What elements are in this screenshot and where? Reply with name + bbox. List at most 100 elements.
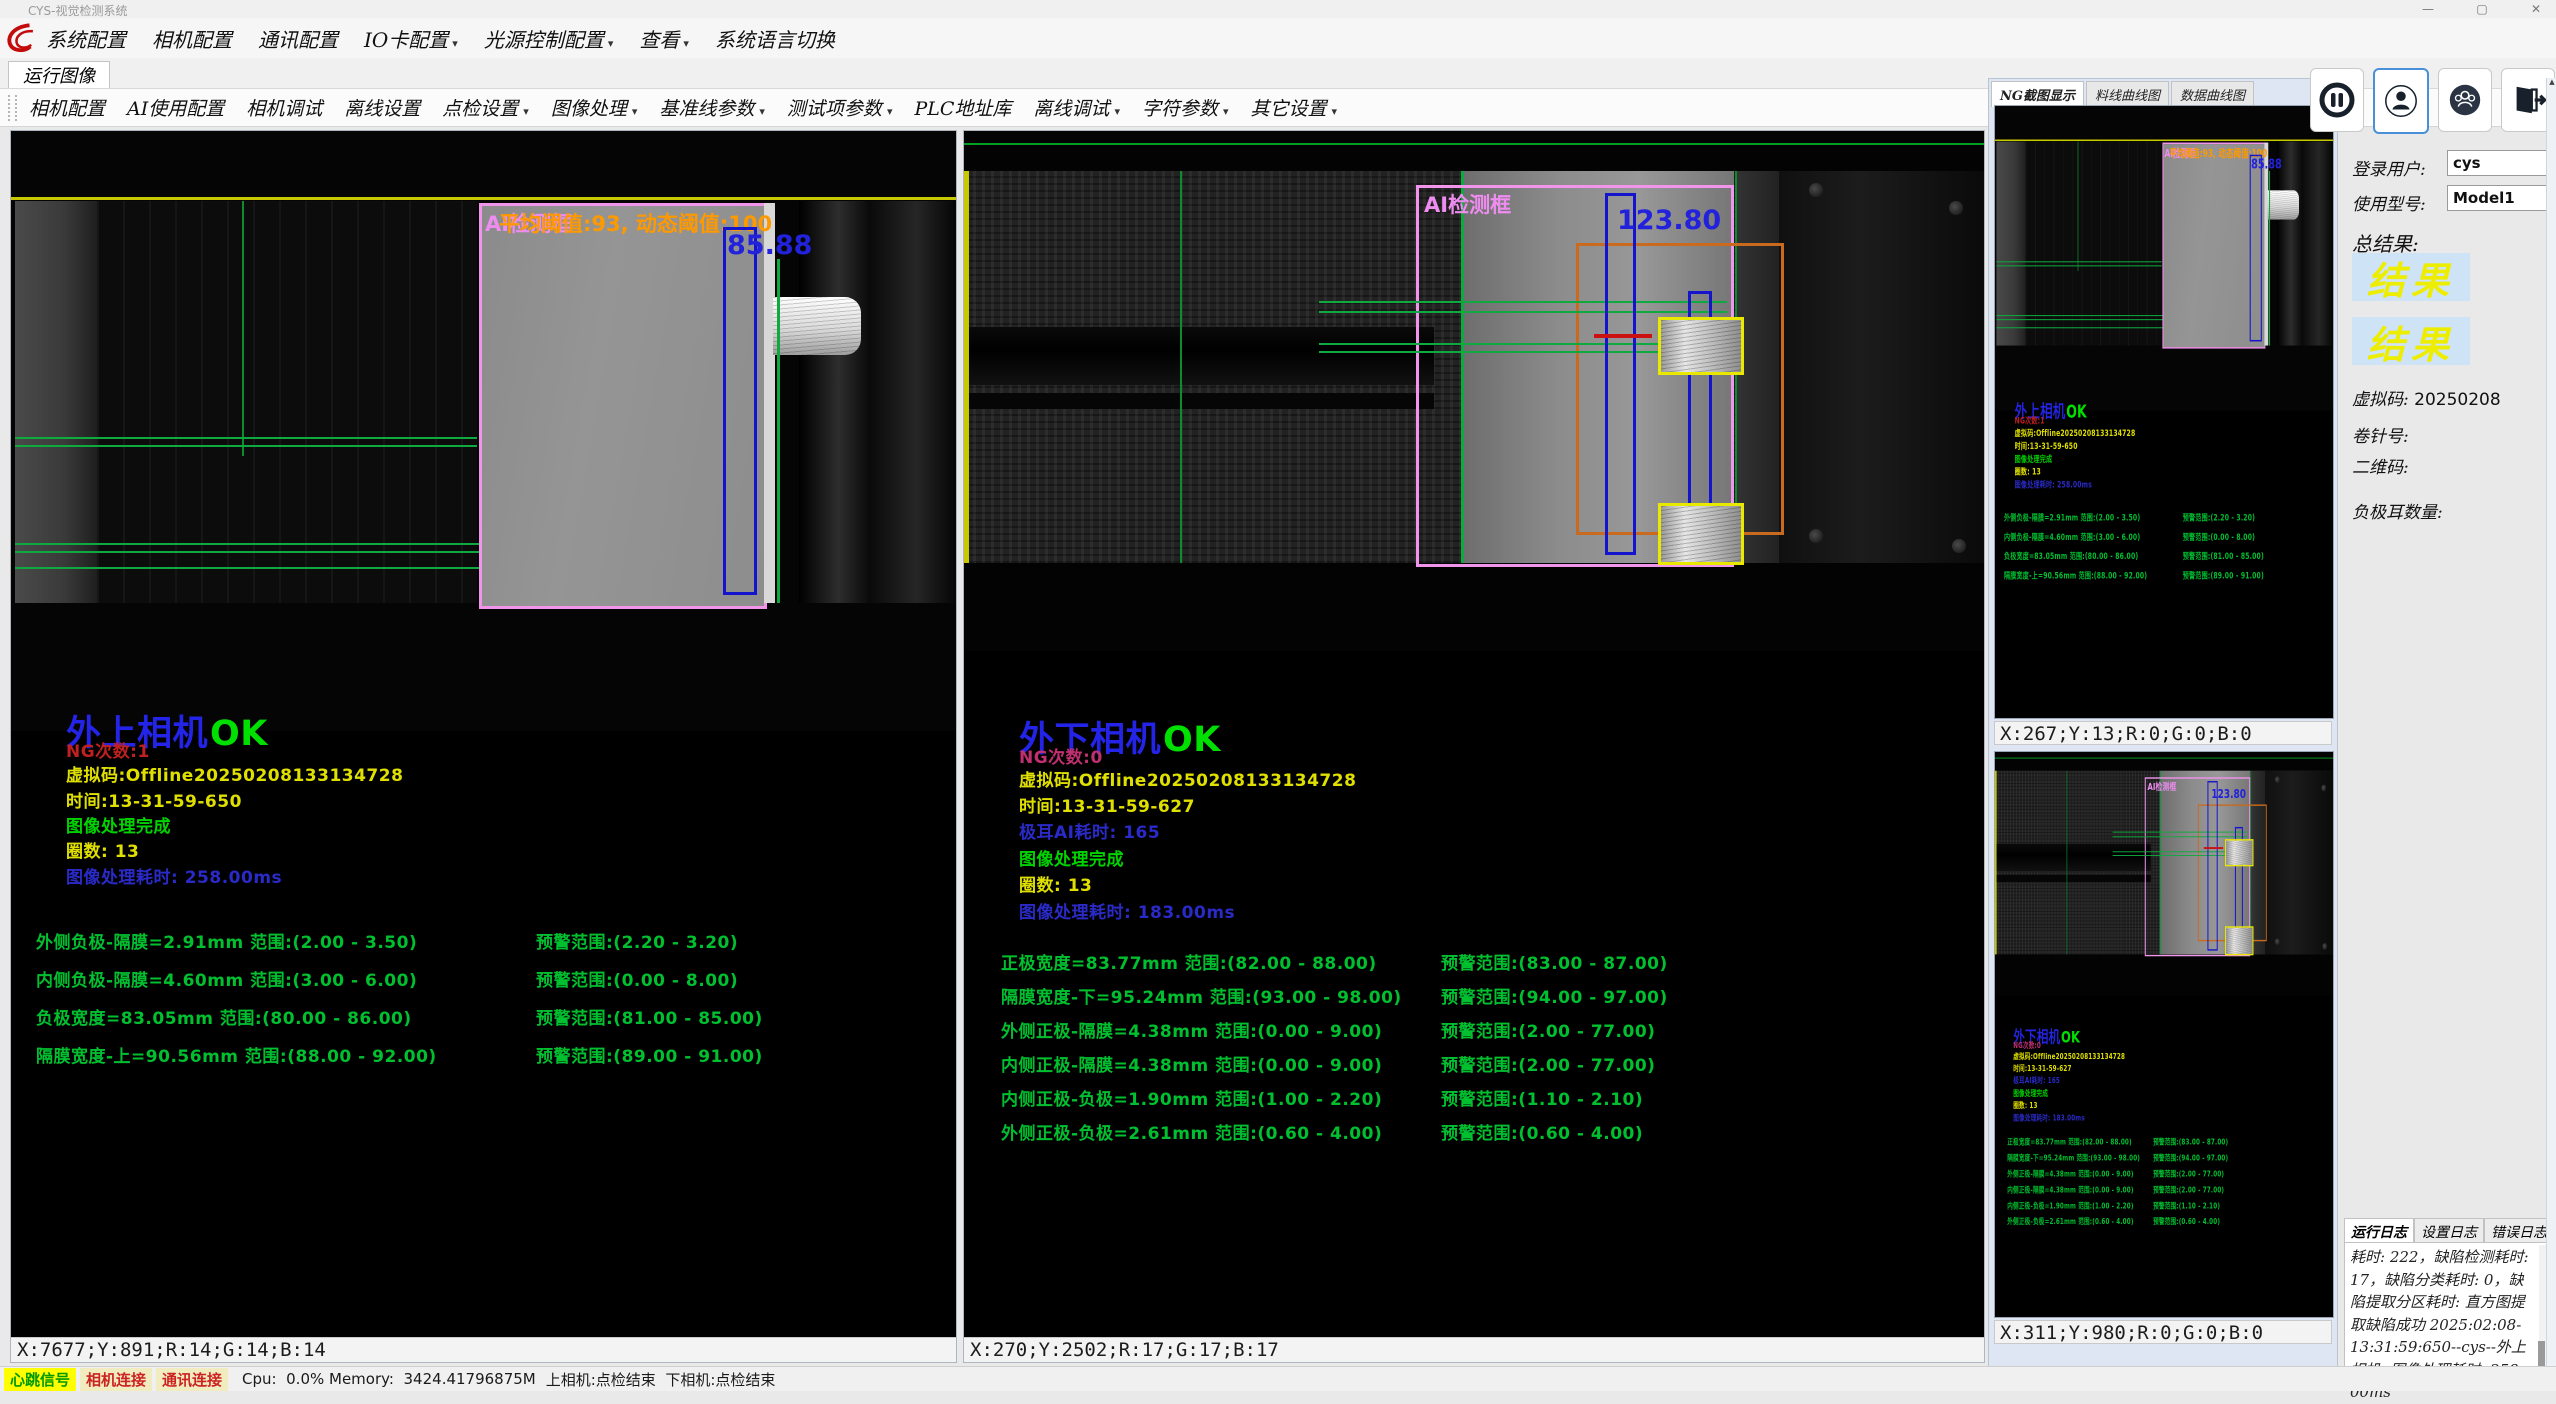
- menu-light-control-config[interactable]: 光源控制配置▾: [484, 24, 614, 53]
- tab-ng-screenshot[interactable]: NG截图显示: [1991, 81, 2084, 107]
- menu-comm-config[interactable]: 通讯配置: [258, 24, 338, 53]
- tab-material-curve[interactable]: 料线曲线图: [2086, 81, 2169, 107]
- tab-error-log[interactable]: 错误日志: [2484, 1218, 2554, 1245]
- lower-camera-image[interactable]: AI检测框 123.80: [964, 131, 1984, 651]
- measurement-row: 隔膜宽度-下=95.24mm 范围:(93.00 - 98.00)预警范围:(9…: [2007, 1151, 2140, 1163]
- side-info-panel: 登录用户: cys 使用型号: Model1 总结果: 结果 结果 虚拟码: 2…: [2352, 40, 2548, 1160]
- warning-range-text: 预警范围:(94.00 - 97.00): [2153, 1151, 2228, 1163]
- tab-detect-yellow-box: [1658, 503, 1744, 565]
- tab-detect-yellow-box: [2225, 926, 2254, 955]
- log-output-box[interactable]: 耗时: 222，缺陷检测耗时: 17，缺陷分类耗时: 0，缺陷提取分区耗时: 直…: [2344, 1242, 2548, 1384]
- window-scrollbar[interactable]: ▲: [2546, 78, 2556, 1366]
- tool-label: 测试项参数: [787, 98, 882, 120]
- log-scrollbar-thumb[interactable]: [2538, 1341, 2545, 1367]
- warning-range-text: 预警范围:(2.20 - 3.20): [2183, 510, 2255, 523]
- warning-range-text: 预警范围:(2.00 - 77.00): [2153, 1183, 2224, 1195]
- measure-line: [15, 551, 489, 553]
- chevron-down-icon: ▾: [523, 105, 529, 118]
- timestamp: 时间:13-31-59-650: [66, 787, 242, 812]
- window-controls: — ▢ ✕: [2418, 0, 2546, 18]
- tool-camera-config[interactable]: 相机配置: [29, 94, 105, 121]
- screw-detail: [2322, 943, 2327, 950]
- dark-groove: [1997, 844, 2151, 871]
- menu-camera-config[interactable]: 相机配置: [152, 24, 232, 53]
- result-box-upper: 结果: [2352, 253, 2470, 301]
- restore-icon[interactable]: ▢: [2472, 2, 2492, 16]
- tool-offline-settings[interactable]: 离线设置: [344, 94, 420, 121]
- tab-detect-yellow-box: [1658, 317, 1744, 375]
- toolbar-grip-handle[interactable]: [8, 95, 17, 121]
- measurement-text: 外侧正极-负极=2.61mm 范围:(0.60 - 4.00): [2007, 1217, 2133, 1226]
- menu-language-switch[interactable]: 系统语言切换: [715, 24, 835, 53]
- tab-run-image[interactable]: 运行图像: [8, 61, 110, 88]
- spot-check-status: 上相机:点检结束 下相机:点检结束: [546, 1369, 776, 1390]
- tool-camera-debug[interactable]: 相机调试: [246, 94, 322, 121]
- measurement-row: 隔膜宽度-下=95.24mm 范围:(93.00 - 98.00)预警范围:(9…: [1001, 983, 1402, 1008]
- baseline-green-line: [964, 143, 1984, 145]
- log-scrollbar[interactable]: [2539, 1245, 2546, 1379]
- upper-camera-thumbnail[interactable]: AI检测框 平均阈值:93, 动态阈值:100 85.88 外上相机OK NG次…: [1994, 105, 2334, 719]
- result-ok: OK: [1163, 720, 1221, 760]
- measure-roi-blue-rect: [2207, 781, 2217, 951]
- tab-run-log[interactable]: 运行日志: [2344, 1218, 2414, 1245]
- measure-line: [1996, 265, 2161, 266]
- warning-range-text: 预警范围:(81.00 - 85.00): [536, 1004, 763, 1029]
- warning-range-text: 预警范围:(2.00 - 77.00): [1441, 1017, 1655, 1042]
- processing-time: 图像处理耗时: 183.00ms: [1019, 898, 1235, 923]
- tab-data-curve[interactable]: 数据曲线图: [2171, 81, 2254, 107]
- lower-camera-thumbnail[interactable]: AI检测框 123.80 外下相机OK NG次数:0 虚拟码:Offline20…: [1994, 751, 2334, 1318]
- login-user-field[interactable]: cys: [2447, 150, 2552, 176]
- upper-camera-image[interactable]: AI检测框 平均阈值:93, 动态阈值:100 85.88: [11, 131, 956, 731]
- image-right-bands: [799, 201, 956, 603]
- menu-system-config[interactable]: 系统配置: [46, 24, 126, 53]
- menu-view[interactable]: 查看▾: [639, 24, 689, 53]
- scroll-up-icon[interactable]: ▲: [2549, 78, 2554, 86]
- measurement-text: 负极宽度=83.05mm 范围:(80.00 - 86.00): [2004, 552, 2138, 562]
- tool-offline-debug[interactable]: 离线调试▾: [1033, 94, 1120, 121]
- tool-test-item-params[interactable]: 测试项参数▾: [787, 94, 893, 121]
- edge-green-line: [2269, 171, 2270, 346]
- ai-roi-label: AI检测框: [2147, 779, 2176, 793]
- lower-camera-view: AI检测框 123.80 外下相机OK NG次数:0 虚拟码:Offline20…: [1995, 752, 2333, 1317]
- tool-baseline-params[interactable]: 基准线参数▾: [659, 94, 765, 121]
- tool-other-settings[interactable]: 其它设置▾: [1251, 94, 1338, 121]
- heartbeat-status-badge: 心跳信号: [4, 1368, 76, 1391]
- processing-done: 图像处理完成: [2013, 1087, 2048, 1099]
- measurement-row: 内侧正极-隔膜=4.38mm 范围:(0.00 - 9.00)预警范围:(2.0…: [2007, 1183, 2133, 1195]
- minimize-icon[interactable]: —: [2418, 2, 2438, 16]
- model-field[interactable]: Model1: [2447, 185, 2552, 211]
- cursor-coordinate-readout: X:7677;Y:891;R:14;G:14;B:14: [11, 1337, 956, 1362]
- label-text: 虚拟码:: [2352, 390, 2409, 410]
- measurement-row: 内侧负极-隔膜=4.60mm 范围:(3.00 - 6.00)预警范围:(0.0…: [36, 966, 417, 991]
- virtual-code-value: 20250208: [2414, 390, 2501, 410]
- turn-count: 圈数: 13: [1019, 871, 1092, 896]
- lower-camera-view: AI检测框 123.80 外下相机OK NG次数:0 虚拟码:Offline20…: [964, 131, 1984, 1337]
- lower-camera-image[interactable]: AI检测框 123.80: [1995, 752, 2333, 996]
- reel-needle-label: 卷针号:: [2352, 422, 2409, 447]
- measure-roi-blue-rect: [1605, 193, 1636, 555]
- virtual-code-label: 虚拟码: 20250208: [2352, 385, 2501, 410]
- upper-camera-image[interactable]: AI检测框 平均阈值:93, 动态阈值:100 85.88: [1995, 106, 2333, 411]
- measure-line: [15, 567, 493, 569]
- menu-label: 光源控制配置: [484, 28, 604, 52]
- measure-line: [15, 445, 477, 447]
- log-tabs: 运行日志 设置日志 错误日志: [2344, 1218, 2554, 1245]
- warning-range-text: 预警范围:(1.10 - 2.10): [1441, 1085, 1643, 1110]
- measure-value-overlay: 123.80: [2211, 787, 2246, 802]
- tab-settings-log[interactable]: 设置日志: [2414, 1218, 2484, 1245]
- tool-char-params[interactable]: 字符参数▾: [1142, 94, 1229, 121]
- result-ok: OK: [210, 714, 268, 754]
- login-user-label: 登录用户:: [2352, 155, 2426, 180]
- timestamp: 时间:13-31-59-627: [2013, 1062, 2071, 1074]
- processing-time: 图像处理耗时: 183.00ms: [2013, 1111, 2085, 1123]
- warning-range-text: 预警范围:(89.00 - 91.00): [2183, 568, 2264, 581]
- menu-io-card-config[interactable]: IO卡配置▾: [364, 24, 458, 53]
- tool-spot-check[interactable]: 点检设置▾: [442, 94, 529, 121]
- close-icon[interactable]: ✕: [2526, 2, 2546, 16]
- tool-plc-address-lib[interactable]: PLC地址库: [914, 94, 1011, 121]
- tool-ai-usage-config[interactable]: AI使用配置: [127, 94, 224, 121]
- warning-range-text: 预警范围:(83.00 - 87.00): [1441, 949, 1668, 974]
- camera-connection-badge: 相机连接: [80, 1368, 152, 1391]
- baseline-yellow-line: [11, 197, 956, 200]
- tool-image-processing[interactable]: 图像处理▾: [551, 94, 638, 121]
